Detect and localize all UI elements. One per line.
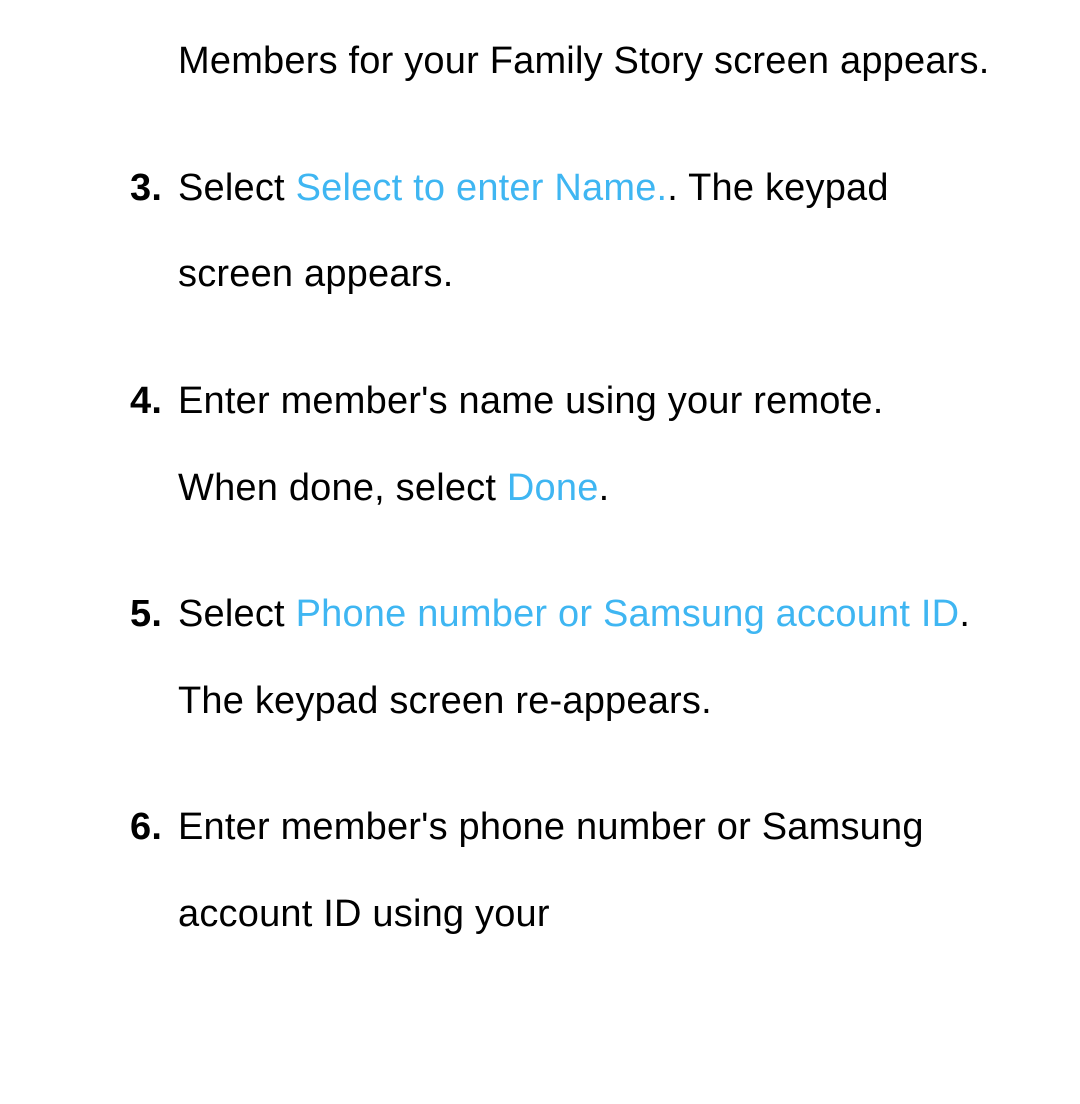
instruction-page: Members for your Family Story screen app… (0, 0, 1080, 958)
step-body: Members for your Family Story screen app… (178, 40, 990, 82)
highlighted-term: Select to enter Name. (296, 167, 668, 209)
step-5: 5. Select Phone number or Samsung accoun… (130, 571, 990, 744)
step-3: 3. Select Select to enter Name.. The key… (130, 145, 990, 318)
step-body: Enter member's name using your remote. W… (178, 380, 883, 509)
step-text: Members for your Family Story screen app… (178, 40, 990, 82)
step-marker: 6. (130, 784, 162, 871)
step-marker: 5. (130, 571, 162, 658)
step-marker: 4. (130, 358, 162, 445)
step-marker: 3. (130, 145, 162, 232)
step-body: Select Phone number or Samsung account I… (178, 593, 970, 722)
step-text: Select (178, 167, 296, 209)
step-body: Select Select to enter Name.. The keypad… (178, 167, 889, 296)
highlighted-term: Done (507, 467, 599, 509)
step-text: Select (178, 593, 296, 635)
step-continuation: Members for your Family Story screen app… (130, 18, 990, 105)
step-6: 6. Enter member's phone number or Samsun… (130, 784, 990, 957)
step-body: Enter member's phone number or Samsung a… (178, 806, 924, 935)
step-4: 4. Enter member's name using your remote… (130, 358, 990, 531)
step-text: . (599, 467, 610, 509)
highlighted-term: Phone number or Samsung account ID (296, 593, 960, 635)
step-text: Enter member's phone number or Samsung a… (178, 806, 924, 935)
